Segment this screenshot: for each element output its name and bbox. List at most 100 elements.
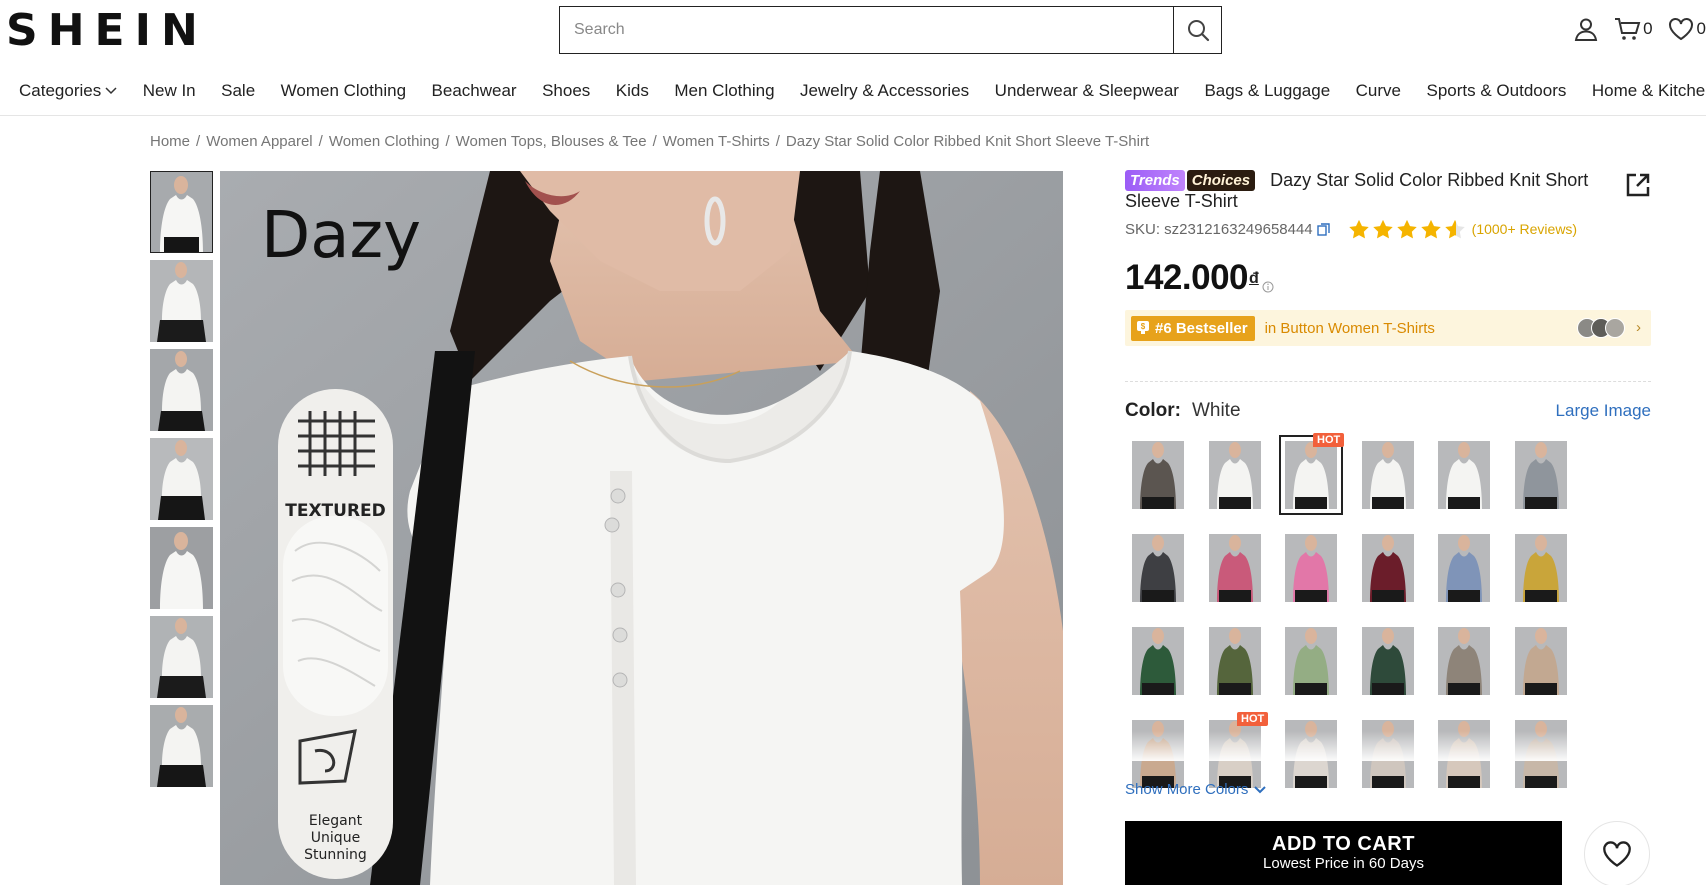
nav-item-categories[interactable]: Categories	[19, 74, 117, 108]
chevron-down-icon	[105, 87, 117, 95]
search-icon	[1187, 20, 1209, 42]
feature-line: Elegant	[308, 813, 363, 829]
hot-badge: HOT	[1313, 433, 1345, 447]
large-image-link[interactable]: Large Image	[1556, 401, 1651, 421]
feature-line: Stunning	[304, 847, 367, 863]
product-title-row: Trends Choices Dazy Star Solid Color Ribb…	[1125, 170, 1651, 211]
account-button[interactable]	[1573, 16, 1599, 42]
breadcrumb-link[interactable]: Women T-Shirts	[663, 133, 770, 150]
header-icons: 0 0	[1573, 16, 1706, 42]
color-swatch[interactable]	[1438, 534, 1490, 602]
shein-logo[interactable]: SHEIN	[6, 6, 208, 56]
add-to-cart-label: ADD TO CART	[1272, 833, 1415, 855]
category-nav: Categories New In Sale Women Clothing Be…	[0, 74, 1706, 116]
color-swatch-grid: HOT HOT	[1125, 433, 1651, 788]
nav-item-men-clothing[interactable]: Men Clothing	[674, 74, 774, 108]
color-swatch[interactable]	[1279, 435, 1343, 515]
color-swatch[interactable]	[1285, 534, 1337, 602]
wishlist-button[interactable]: 0	[1667, 16, 1706, 42]
color-swatch[interactable]	[1132, 627, 1184, 695]
share-icon[interactable]	[1625, 172, 1651, 198]
show-more-label: Show More Colors	[1125, 781, 1249, 798]
color-swatch[interactable]	[1438, 441, 1490, 509]
breadcrumb-link[interactable]: Women Tops, Blouses & Tee	[456, 133, 647, 150]
nav-item-underwear[interactable]: Underwear & Sleepwear	[995, 74, 1179, 108]
show-more-colors[interactable]: Show More Colors	[1125, 781, 1267, 798]
nav-item-bags[interactable]: Bags & Luggage	[1204, 74, 1330, 108]
thumbnail-1[interactable]	[150, 171, 213, 253]
thumbnail-6[interactable]	[150, 616, 213, 698]
feature-tagline: Elegant Unique Stunning	[278, 813, 393, 864]
thumbnail-4[interactable]	[150, 438, 213, 520]
nav-item-shoes[interactable]: Shoes	[542, 74, 590, 108]
thumbnail-2[interactable]	[150, 260, 213, 342]
info-icon[interactable]	[1262, 281, 1274, 293]
star-icon	[1372, 219, 1393, 239]
star-icon	[1420, 219, 1441, 239]
add-to-cart-button[interactable]: ADD TO CART Lowest Price in 60 Days	[1125, 821, 1562, 885]
breadcrumb-separator: /	[445, 133, 450, 150]
color-swatch[interactable]	[1438, 627, 1490, 695]
half-star-icon	[1444, 219, 1465, 239]
feature-line: Unique	[310, 830, 361, 846]
chevron-down-icon	[1254, 785, 1267, 793]
bestseller-banner[interactable]: $ #6 Bestseller in Button Women T-Shirts…	[1125, 310, 1651, 346]
color-swatch[interactable]	[1209, 627, 1261, 695]
product-info-panel: Trends Choices Dazy Star Solid Color Ribb…	[1125, 170, 1651, 885]
nav-item-home-kitchen[interactable]: Home & Kitchen	[1592, 74, 1706, 108]
nav-item-women-clothing[interactable]: Women Clothing	[281, 74, 406, 108]
chevron-right-icon: ›	[1636, 319, 1641, 336]
thumbnail-7[interactable]	[150, 705, 213, 787]
color-swatch[interactable]	[1362, 534, 1414, 602]
trophy-icon: $	[1137, 321, 1149, 334]
thumbnail-3[interactable]	[150, 349, 213, 431]
copy-icon[interactable]	[1316, 222, 1330, 236]
star-icon	[1348, 219, 1369, 239]
color-swatch[interactable]	[1209, 441, 1261, 509]
color-swatch[interactable]	[1132, 534, 1184, 602]
color-label: Color:	[1125, 400, 1181, 421]
nav-item-beachwear[interactable]: Beachwear	[432, 74, 517, 108]
color-swatch[interactable]	[1362, 441, 1414, 509]
nav-label: Categories	[19, 81, 102, 100]
feature-textured: TEXTURED	[285, 501, 386, 521]
breadcrumb-link[interactable]: Women Apparel	[206, 133, 312, 150]
trends-badge: Trends	[1125, 170, 1185, 191]
color-swatch[interactable]	[1362, 627, 1414, 695]
cart-button[interactable]: 0	[1613, 16, 1653, 42]
sku-text: SKU: sz2312163249658444	[1125, 220, 1313, 238]
breadcrumb-separator: /	[196, 133, 201, 150]
search-button[interactable]	[1173, 7, 1221, 53]
nav-item-new-in[interactable]: New In	[143, 74, 196, 108]
choices-badge: Choices	[1186, 170, 1256, 191]
thumbnail-5[interactable]	[150, 527, 213, 609]
divider	[1125, 381, 1651, 382]
color-row: Color: White Large Image	[1125, 400, 1651, 422]
main-product-image[interactable]: Dazy TEXTURED Elegant Unique Stunning	[220, 171, 1063, 885]
reviews-link[interactable]: (1000+ Reviews)	[1472, 221, 1577, 237]
sku-row: SKU: sz2312163249658444 (1000+ Reviews)	[1125, 219, 1651, 239]
color-swatch[interactable]	[1209, 534, 1261, 602]
bestseller-badge: $ #6 Bestseller	[1131, 315, 1255, 341]
nav-item-curve[interactable]: Curve	[1356, 74, 1401, 108]
color-swatch[interactable]	[1515, 441, 1567, 509]
nav-item-sports[interactable]: Sports & Outdoors	[1427, 74, 1567, 108]
color-swatch[interactable]	[1285, 627, 1337, 695]
color-swatch[interactable]	[1515, 627, 1567, 695]
add-to-cart-sublabel: Lowest Price in 60 Days	[1263, 855, 1424, 872]
color-swatch[interactable]	[1515, 534, 1567, 602]
breadcrumb-link[interactable]: Women Clothing	[329, 133, 440, 150]
nav-item-sale[interactable]: Sale	[221, 74, 255, 108]
search-input[interactable]	[560, 7, 1173, 53]
breadcrumb-current: Dazy Star Solid Color Ribbed Knit Short …	[785, 133, 1150, 150]
color-swatch[interactable]	[1132, 441, 1184, 509]
swatch-fade-overlay	[1125, 731, 1585, 761]
thumbnail-list	[150, 171, 214, 794]
nav-item-kids[interactable]: Kids	[616, 74, 649, 108]
avatar	[1605, 318, 1625, 338]
breadcrumb-link[interactable]: Home	[150, 133, 190, 150]
wishlist-count: 0	[1696, 19, 1706, 38]
rating-stars[interactable]	[1348, 219, 1466, 239]
nav-item-jewelry[interactable]: Jewelry & Accessories	[800, 74, 969, 108]
add-to-wishlist-button[interactable]	[1584, 821, 1650, 885]
